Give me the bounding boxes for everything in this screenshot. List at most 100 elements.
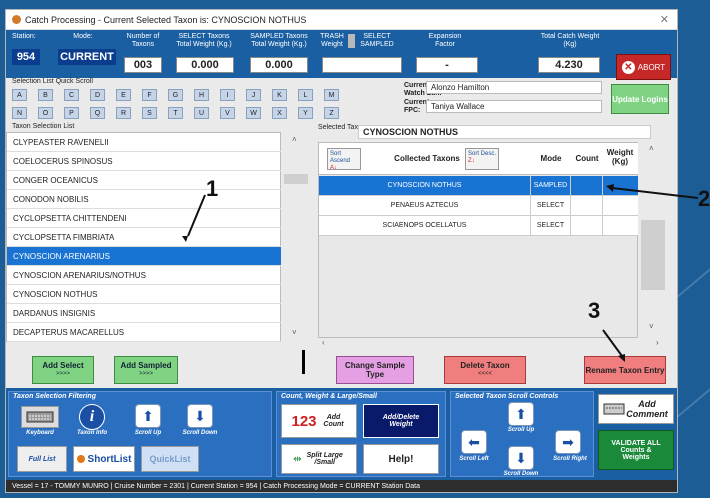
quick-scroll-letter-k[interactable]: K — [272, 89, 287, 101]
grid-cell-empty[interactable] — [603, 196, 639, 216]
taxon-scroll-down-label: Scroll Down — [503, 471, 539, 477]
grid-horizontal-scrollbar[interactable]: ‹ › — [318, 338, 668, 352]
quick-scroll-letter-i[interactable]: I — [220, 89, 235, 101]
taxon-filter-group: Taxon Selection Filtering Keyboard i Tax… — [8, 391, 272, 477]
quick-scroll-letter-g[interactable]: G — [168, 89, 183, 101]
add-count-button[interactable]: 123 Add Count — [281, 404, 357, 438]
add-delete-weight-button[interactable]: Add/Delete Weight — [363, 404, 439, 438]
taxon-selection-list[interactable]: CLYPEASTER RAVENELII COELOCERUS SPINOSUS C… — [6, 132, 282, 342]
grid-cell-taxon[interactable]: PENAEUS AZTECUS — [319, 196, 531, 216]
num-taxons-value: 003 — [124, 57, 162, 73]
taxon-scroll-down-button[interactable]: ⬇ — [508, 446, 534, 470]
quick-scroll-letter-l[interactable]: L — [298, 89, 313, 101]
quick-scroll-letter-w[interactable]: W — [246, 107, 261, 119]
quick-scroll-letter-c[interactable]: C — [64, 89, 79, 101]
quick-scroll-letter-z[interactable]: Z — [324, 107, 339, 119]
taxon-list-item[interactable]: CYCLOPSETTA CHITTENDENI — [7, 209, 282, 228]
full-list-button[interactable]: Full List — [17, 446, 67, 472]
abort-button[interactable]: ✕ ABORT — [616, 54, 671, 80]
taxon-list-item[interactable]: CYNOSCION NOTHUS — [7, 285, 282, 304]
quick-scroll-letter-h[interactable]: H — [194, 89, 209, 101]
quick-scroll-letter-s[interactable]: S — [142, 107, 157, 119]
taxon-list-item[interactable]: CONGER OCEANICUS — [7, 171, 282, 190]
quick-scroll-letter-a[interactable]: A — [12, 89, 27, 101]
scroll-thumb[interactable] — [284, 174, 308, 184]
taxon-list-item[interactable]: CONODON NOBILIS — [7, 190, 282, 209]
taxon-scroll-up-label: Scroll Up — [507, 427, 535, 433]
grid-cell-empty[interactable] — [603, 176, 639, 196]
grid-row[interactable]: CYNOSCION NOTHUS SAMPLED — [319, 176, 639, 196]
scroll-down-button[interactable]: ⬇ — [187, 404, 213, 428]
taxon-list-scrollbar[interactable]: ˄ ˅ — [281, 132, 311, 342]
grid-cell-taxon[interactable]: SCIAENOPS OCELLATUS — [319, 216, 531, 236]
sort-ascend-button[interactable]: Sort Ascend A↓ — [327, 148, 361, 171]
quick-scroll-letter-n[interactable]: N — [12, 107, 27, 119]
taxon-list-item[interactable]: DARDANUS INSIGNIS — [7, 304, 282, 323]
taxon-list-item[interactable]: DECAPTERUS MACARELLUS — [7, 323, 282, 342]
taxon-list-item[interactable]: CYCLOPSETTA FIMBRIATA — [7, 228, 282, 247]
grid-scroll-down-icon[interactable]: ˅ — [649, 322, 654, 331]
taxon-arrow-left-icon: ⬅ — [468, 433, 480, 450]
quicklist-button[interactable]: QuickList — [141, 446, 199, 472]
quick-scroll-letter-t[interactable]: T — [168, 107, 183, 119]
taxon-list-item[interactable]: COELOCERUS SPINOSUS — [7, 152, 282, 171]
taxon-list-item[interactable]: CYNOSCION ARENARIUS/NOTHUS — [7, 266, 282, 285]
taxon-list-item[interactable]: CYNOSCION ARENARIUS — [7, 247, 282, 266]
validate-all-button[interactable]: VALIDATE ALL Counts & Weights — [598, 430, 674, 470]
delete-taxon-button[interactable]: Delete Taxon <<<< — [444, 356, 526, 384]
taxon-scroll-up-button[interactable]: ⬆ — [508, 402, 534, 426]
quick-scroll-letter-q[interactable]: Q — [90, 107, 105, 119]
update-logins-button[interactable]: Update Logins — [611, 84, 669, 114]
quick-scroll-letter-y[interactable]: Y — [298, 107, 313, 119]
grid-cell-mode[interactable]: SELECT — [531, 196, 571, 216]
sort-desc-button[interactable]: Sort Desc. Z↓ — [465, 148, 499, 170]
grid-cell-empty[interactable] — [571, 176, 603, 196]
add-comment-button[interactable]: Add Comment — [598, 394, 674, 424]
trash-weight-value[interactable] — [322, 57, 402, 73]
grid-cell-empty[interactable] — [571, 196, 603, 216]
sampled-weight-label: SAMPLED Taxons Total Weight (Kg.) — [250, 33, 308, 48]
taxon-scroll-right-button[interactable]: ➡ — [555, 430, 581, 454]
delete-taxon-label: Delete Taxon — [460, 361, 510, 370]
taxon-scroll-left-button[interactable]: ⬅ — [461, 430, 487, 454]
quick-scroll-letter-u[interactable]: U — [194, 107, 209, 119]
scroll-up-arrow-icon[interactable]: ˄ — [292, 135, 297, 144]
quick-scroll-letter-d[interactable]: D — [90, 89, 105, 101]
scroll-right-arrow-icon[interactable]: › — [656, 338, 659, 347]
help-button[interactable]: Help! — [363, 444, 439, 474]
quick-scroll-letter-x[interactable]: X — [272, 107, 287, 119]
taxon-list-item[interactable]: CLYPEASTER RAVENELII — [7, 133, 282, 152]
quick-scroll-letter-j[interactable]: J — [246, 89, 261, 101]
shortlist-button[interactable]: ShortList — [73, 446, 135, 472]
scroll-up-button[interactable]: ⬆ — [135, 404, 161, 428]
grid-cell-empty[interactable] — [603, 216, 639, 236]
scroll-down-arrow-icon[interactable]: ˅ — [292, 328, 297, 337]
close-icon[interactable]: ✕ — [660, 13, 669, 26]
quick-scroll-letter-v[interactable]: V — [220, 107, 235, 119]
grid-cell-mode[interactable]: SELECT — [531, 216, 571, 236]
rename-taxon-entry-button[interactable]: Rename Taxon Entry — [584, 356, 666, 384]
grid-cell-empty[interactable] — [571, 216, 603, 236]
add-sampled-arrows: >>>> — [138, 371, 153, 377]
scroll-left-arrow-icon[interactable]: ‹ — [322, 338, 325, 347]
add-select-button[interactable]: Add Select >>>> — [32, 356, 94, 384]
quick-scroll-letter-p[interactable]: P — [64, 107, 79, 119]
grid-cell-mode[interactable]: SAMPLED — [531, 176, 571, 196]
change-sample-type-button[interactable]: Change Sample Type — [336, 356, 414, 384]
quick-scroll-letter-f[interactable]: F — [142, 89, 157, 101]
quick-scroll-letter-m[interactable]: M — [324, 89, 339, 101]
grid-row[interactable]: SCIAENOPS OCELLATUS SELECT — [319, 216, 639, 236]
quick-scroll-letter-o[interactable]: O — [38, 107, 53, 119]
grid-cell-taxon[interactable]: CYNOSCION NOTHUS — [319, 176, 531, 196]
quick-scroll-letter-b[interactable]: B — [38, 89, 53, 101]
grid-scrollbar[interactable]: ˄ ˅ — [638, 142, 668, 338]
grid-scroll-thumb[interactable] — [641, 220, 665, 290]
grid-row[interactable]: PENAEUS AZTECUS SELECT — [319, 196, 639, 216]
taxon-info-icon[interactable]: i — [79, 404, 105, 430]
add-sampled-button[interactable]: Add Sampled >>>> — [114, 356, 178, 384]
split-large-small-button[interactable]: ⇹ Split Large /Small — [281, 444, 357, 474]
grid-scroll-up-icon[interactable]: ˄ — [649, 144, 654, 153]
quick-scroll-letter-r[interactable]: R — [116, 107, 131, 119]
quick-scroll-letter-e[interactable]: E — [116, 89, 131, 101]
keyboard-button[interactable] — [21, 406, 59, 428]
